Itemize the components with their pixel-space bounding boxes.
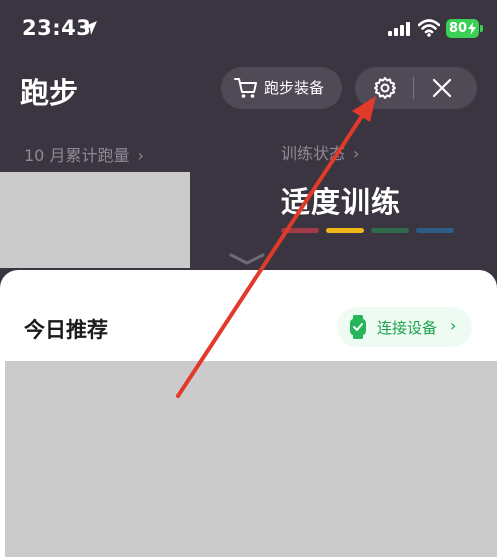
battery-level: 80 (449, 21, 468, 36)
redacted-area (0, 172, 190, 268)
battery-cap (480, 25, 483, 32)
cart-icon (234, 78, 257, 98)
status-time: 23:43 (22, 16, 92, 40)
status-segment (326, 228, 364, 233)
connect-device-label: 连接设备 (377, 319, 438, 337)
settings-gear-icon[interactable] (373, 76, 397, 100)
chevron-right-icon: › (353, 144, 360, 163)
charging-bolt-icon (468, 22, 476, 35)
status-bar: 23:43 80 (0, 0, 497, 56)
status-segment (281, 228, 319, 233)
training-status-link[interactable]: 训练状态 › (281, 140, 359, 164)
chevron-right-icon: › (137, 146, 144, 165)
smartwatch-icon (350, 315, 366, 339)
battery-indicator: 80 (446, 19, 479, 38)
close-icon[interactable] (431, 77, 453, 99)
redacted-area (5, 361, 497, 557)
capsule-divider (413, 77, 414, 99)
training-status-label: 训练状态 (281, 144, 346, 163)
status-segment (371, 228, 409, 233)
page-title: 跑步 (20, 76, 79, 110)
wifi-icon (418, 19, 440, 37)
chevron-down-icon[interactable] (228, 252, 266, 266)
chevron-right-icon: › (450, 316, 457, 335)
recommendation-title: 今日推荐 (24, 318, 108, 342)
location-arrow-icon (83, 21, 97, 35)
training-status-value: 适度训练 (281, 185, 402, 219)
cellular-signal-icon (388, 22, 410, 36)
monthly-distance-label: 10 月累计跑量 (24, 146, 130, 165)
training-status-scale (281, 228, 461, 234)
monthly-distance-link[interactable]: 10 月累计跑量 › (24, 142, 144, 166)
status-segment (416, 228, 454, 233)
running-gear-label: 跑步装备 (264, 79, 325, 97)
